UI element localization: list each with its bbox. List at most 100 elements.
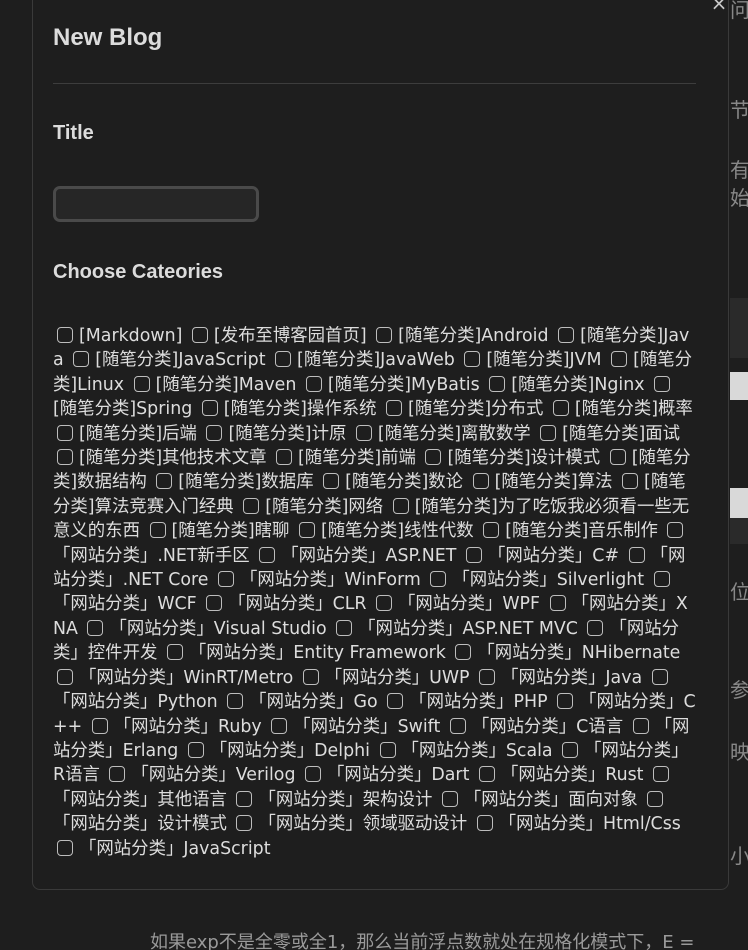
category-option[interactable]: [随笔分类]分布式 <box>382 399 543 419</box>
category-option[interactable]: 「网站分类」NHibernate <box>451 643 680 663</box>
category-checkbox[interactable] <box>73 351 90 368</box>
category-option[interactable]: 「网站分类」Rust <box>475 765 644 785</box>
category-checkbox[interactable] <box>323 473 340 490</box>
category-checkbox[interactable] <box>609 449 626 466</box>
category-checkbox[interactable] <box>654 375 671 392</box>
category-checkbox[interactable] <box>472 473 489 490</box>
category-checkbox[interactable] <box>430 571 447 588</box>
category-checkbox[interactable] <box>206 595 223 612</box>
category-checkbox[interactable] <box>57 327 73 343</box>
category-option[interactable]: [随笔分类]计原 <box>202 424 346 444</box>
category-option[interactable]: [随笔分类]JavaWeb <box>271 350 455 370</box>
category-option[interactable]: 「网站分类」C语言 <box>446 717 623 737</box>
category-checkbox[interactable] <box>557 693 574 710</box>
category-checkbox[interactable] <box>552 400 569 417</box>
category-checkbox[interactable] <box>392 497 409 514</box>
category-checkbox[interactable] <box>479 668 496 685</box>
category-option[interactable]: [随笔分类]音乐制作 <box>479 521 658 541</box>
category-option[interactable]: 「网站分类」PHP <box>383 692 548 712</box>
category-checkbox[interactable] <box>483 522 500 539</box>
category-checkbox[interactable] <box>57 449 73 466</box>
category-checkbox[interactable] <box>302 668 319 685</box>
category-option[interactable]: [Markdown] <box>53 326 182 346</box>
category-checkbox[interactable] <box>243 497 260 514</box>
category-checkbox[interactable] <box>218 571 235 588</box>
category-option[interactable]: 「网站分类」ASP.NET MVC <box>332 619 578 639</box>
category-option[interactable]: 「网站分类」Verilog <box>105 765 296 785</box>
category-option[interactable]: 「网站分类」Delphi <box>184 741 370 761</box>
category-option[interactable]: [随笔分类]面试 <box>536 424 680 444</box>
category-option[interactable]: [随笔分类]网络 <box>239 497 383 517</box>
category-checkbox[interactable] <box>87 619 104 636</box>
category-option[interactable]: 「网站分类」ASP.NET <box>255 546 456 566</box>
category-checkbox[interactable] <box>558 327 575 343</box>
category-option[interactable]: [随笔分类]离散数学 <box>352 424 531 444</box>
category-option[interactable]: 「网站分类」Ruby <box>88 717 262 737</box>
category-checkbox[interactable] <box>133 375 150 392</box>
category-checkbox[interactable] <box>587 619 604 636</box>
category-option[interactable]: 「网站分类」Entity Framework <box>163 643 446 663</box>
category-checkbox[interactable] <box>651 668 668 685</box>
category-checkbox[interactable] <box>476 815 493 832</box>
category-checkbox[interactable] <box>206 424 223 441</box>
category-option[interactable]: 「网站分类」CLR <box>202 594 366 614</box>
category-checkbox[interactable] <box>562 741 579 758</box>
category-option[interactable]: 「网站分类」Java <box>475 668 642 688</box>
category-checkbox[interactable] <box>57 839 73 856</box>
category-option[interactable]: 「网站分类」WinForm <box>214 570 421 590</box>
category-option[interactable]: [随笔分类]JavaScript <box>69 350 266 370</box>
category-checkbox[interactable] <box>259 546 276 563</box>
category-option[interactable]: 「网站分类」Html/Css <box>473 814 681 834</box>
category-checkbox[interactable] <box>57 668 73 685</box>
category-option[interactable]: [随笔分类]Android <box>372 326 549 346</box>
category-checkbox[interactable] <box>276 449 293 466</box>
category-checkbox[interactable] <box>275 351 292 368</box>
category-option[interactable]: [随笔分类]瞎聊 <box>146 521 289 541</box>
category-checkbox[interactable] <box>91 717 108 734</box>
category-checkbox[interactable] <box>376 595 393 612</box>
category-option[interactable]: 「网站分类」Silverlight <box>426 570 644 590</box>
category-option[interactable]: 「网站分类」UWP <box>299 668 470 688</box>
category-option[interactable]: [随笔分类]Maven <box>130 375 296 395</box>
category-option[interactable]: [随笔分类]JVM <box>460 350 602 370</box>
title-input[interactable] <box>53 186 259 222</box>
close-icon[interactable]: × <box>710 0 728 13</box>
category-option[interactable]: 「网站分类」Visual Studio <box>83 619 327 639</box>
category-checkbox[interactable] <box>191 327 208 343</box>
category-option[interactable]: [随笔分类]线性代数 <box>295 521 474 541</box>
category-checkbox[interactable] <box>549 595 566 612</box>
category-checkbox[interactable] <box>187 741 204 758</box>
category-checkbox[interactable] <box>622 473 639 490</box>
category-checkbox[interactable] <box>379 741 396 758</box>
category-option[interactable]: [随笔分类]Nginx <box>485 375 645 395</box>
category-option[interactable]: [随笔分类]操作系统 <box>198 399 377 419</box>
category-option[interactable]: [随笔分类]前端 <box>272 448 416 468</box>
category-checkbox[interactable] <box>149 522 166 539</box>
category-checkbox[interactable] <box>201 400 218 417</box>
category-option[interactable]: [随笔分类]设计模式 <box>421 448 600 468</box>
category-option[interactable]: 「网站分类」WPF <box>372 594 540 614</box>
category-option[interactable]: 「网站分类」C# <box>462 546 619 566</box>
category-option[interactable]: 「网站分类」面向对象 <box>438 790 638 810</box>
category-checkbox[interactable] <box>305 375 322 392</box>
category-checkbox[interactable] <box>271 717 288 734</box>
category-option[interactable]: 「网站分类」Scala <box>376 741 553 761</box>
category-checkbox[interactable] <box>227 693 244 710</box>
category-checkbox[interactable] <box>355 424 372 441</box>
category-checkbox[interactable] <box>57 424 73 441</box>
category-checkbox[interactable] <box>465 546 482 563</box>
category-option[interactable]: [随笔分类]MyBatis <box>302 375 480 395</box>
category-option[interactable]: [随笔分类]数据库 <box>152 472 314 492</box>
category-checkbox[interactable] <box>166 644 183 661</box>
category-option[interactable]: [发布至博客园首页] <box>188 326 367 346</box>
category-checkbox[interactable] <box>305 766 322 783</box>
category-option[interactable]: [随笔分类]概率 <box>549 399 693 419</box>
category-checkbox[interactable] <box>236 790 253 807</box>
category-option[interactable]: [随笔分类]后端 <box>53 424 197 444</box>
category-checkbox[interactable] <box>647 790 664 807</box>
category-option[interactable]: 「网站分类」架构设计 <box>232 790 432 810</box>
category-checkbox[interactable] <box>540 424 557 441</box>
category-checkbox[interactable] <box>489 375 506 392</box>
category-option[interactable]: 「网站分类」Swift <box>267 717 440 737</box>
category-checkbox[interactable] <box>478 766 495 783</box>
